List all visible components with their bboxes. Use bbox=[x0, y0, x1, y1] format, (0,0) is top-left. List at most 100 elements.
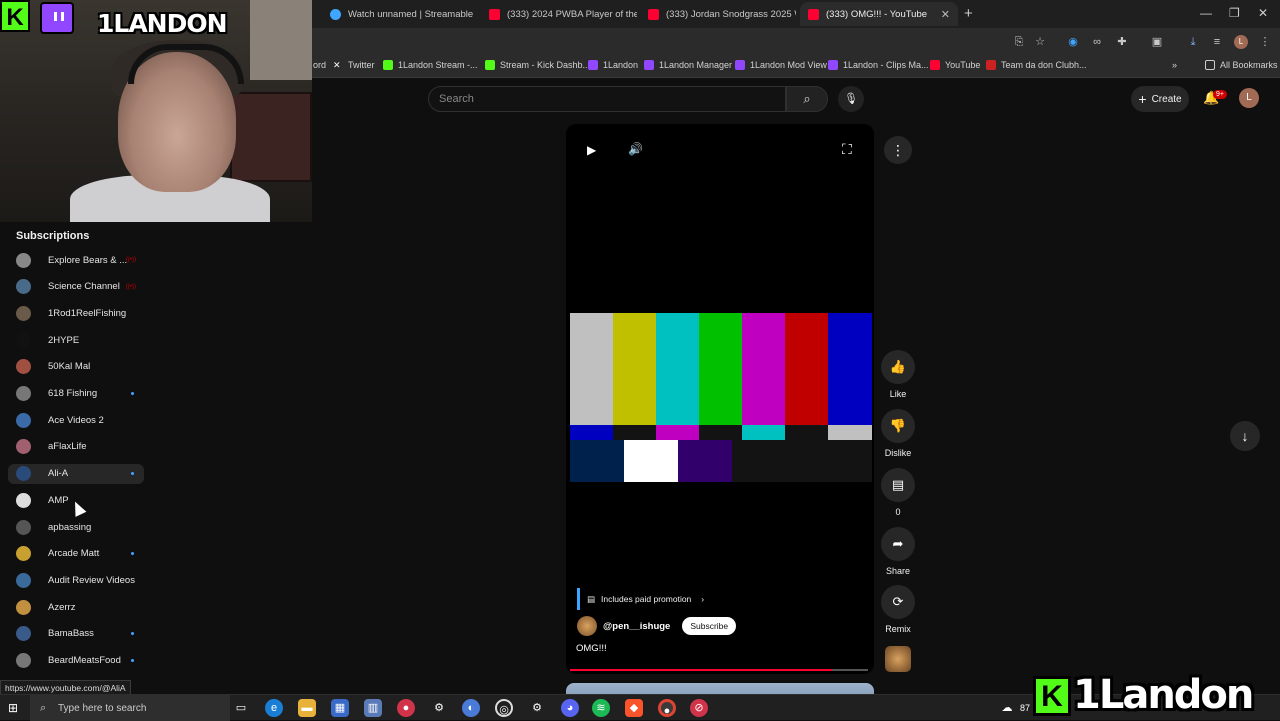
calculator-icon[interactable]: ▥ bbox=[364, 699, 382, 717]
subscription-item[interactable]: 50Kal Mal bbox=[8, 357, 144, 377]
bookmark-kick-dashboard[interactable]: Stream - Kick Dashb... bbox=[485, 60, 590, 70]
edge-icon[interactable]: e bbox=[265, 699, 283, 717]
subscription-item[interactable]: Audit Review Videos bbox=[8, 570, 144, 590]
microphone-icon[interactable]: 🎙 bbox=[838, 86, 864, 112]
new-tab-button[interactable]: + bbox=[964, 5, 973, 22]
subscription-item[interactable]: Ali-A bbox=[8, 463, 144, 484]
bookmark-landon-stream[interactable]: 1Landon Stream -... bbox=[383, 60, 478, 70]
live-icon: ((•)) bbox=[125, 257, 136, 263]
more-options-icon[interactable]: ⋮ bbox=[884, 136, 912, 164]
subscribe-button[interactable]: Subscribe bbox=[682, 617, 737, 635]
media-icon[interactable]: ≡ bbox=[1210, 35, 1224, 49]
tab-jordan-snodgrass[interactable]: (333) Jordan Snodgrass 2025 W ✕ bbox=[640, 2, 796, 26]
bookmark-landon[interactable]: 1Landon bbox=[588, 60, 638, 70]
window-close-icon[interactable]: ✕ bbox=[1258, 6, 1268, 20]
close-icon[interactable]: ✕ bbox=[933, 8, 950, 21]
arrow-down-icon[interactable]: ↓ bbox=[1230, 421, 1260, 451]
bookmark-landon-manager[interactable]: 1Landon Manager bbox=[644, 60, 732, 70]
tab-streamable[interactable]: Watch unnamed | Streamable ✕ bbox=[322, 2, 478, 26]
subscription-item[interactable]: Ace Videos 2 bbox=[8, 410, 144, 430]
subscription-item[interactable]: apbassing bbox=[8, 517, 144, 537]
app-icon[interactable]: ⊘ bbox=[690, 699, 708, 717]
color-bar-low-4 bbox=[767, 440, 802, 482]
bookmark-discord[interactable]: ord bbox=[313, 60, 326, 70]
subscription-item[interactable]: 618 Fishing bbox=[8, 384, 144, 404]
subscription-item[interactable]: Azerrz bbox=[8, 597, 144, 617]
subscription-item[interactable]: Arcade Matt bbox=[8, 544, 144, 564]
file-explorer-icon[interactable]: ▬ bbox=[298, 699, 316, 717]
subscription-item[interactable]: BamaBass bbox=[8, 624, 144, 644]
thumbs-down-icon[interactable]: 👎 bbox=[881, 409, 915, 443]
play-icon[interactable]: ▶ bbox=[587, 143, 596, 157]
subscription-item[interactable]: BeardMeatsFood bbox=[8, 651, 144, 671]
tab-omg-youtube[interactable]: (333) OMG!!! - YouTube ✕ bbox=[800, 2, 958, 26]
create-button[interactable]: + Create bbox=[1131, 86, 1189, 112]
chrome-icon[interactable]: ● bbox=[658, 699, 676, 717]
twitch-icon bbox=[644, 60, 654, 70]
close-icon[interactable]: ✕ bbox=[473, 8, 478, 21]
search-icon[interactable]: ⌕ bbox=[786, 86, 828, 112]
dislike-action[interactable]: 👎 Dislike bbox=[881, 409, 915, 458]
volume-icon[interactable]: 🔊 bbox=[628, 142, 643, 156]
app-icon[interactable]: ● bbox=[397, 699, 415, 717]
discord-icon[interactable]: ◕ bbox=[561, 699, 579, 717]
remix-action[interactable]: ⟳ Remix bbox=[881, 585, 915, 634]
puzzle-icon[interactable]: ✚ bbox=[1115, 35, 1129, 49]
obs-icon[interactable]: ◎ bbox=[495, 699, 513, 717]
task-view-icon[interactable]: ▭ bbox=[232, 699, 250, 717]
color-bar-mid-6 bbox=[828, 425, 872, 440]
subscription-item[interactable]: Science Channel ((•)) bbox=[8, 277, 144, 297]
extension-icon[interactable]: ∞ bbox=[1090, 35, 1104, 49]
share-icon[interactable]: ➦ bbox=[881, 527, 915, 561]
bookmark-star-icon[interactable]: ☆ bbox=[1033, 35, 1047, 49]
share-action[interactable]: ➦ Share bbox=[881, 527, 915, 576]
comments-action[interactable]: ▤ 0 bbox=[881, 468, 915, 517]
subscription-item[interactable]: aFlaxLife bbox=[8, 437, 144, 457]
comment-icon[interactable]: ▤ bbox=[881, 468, 915, 502]
bookmark-landon-mod-view[interactable]: 1Landon Mod View bbox=[735, 60, 827, 70]
minimize-icon[interactable]: — bbox=[1200, 6, 1212, 20]
bookmark-twitter[interactable]: ✕ Twitter bbox=[333, 60, 375, 70]
profile-icon[interactable]: L bbox=[1234, 35, 1248, 49]
download-icon[interactable]: ⤓ bbox=[1186, 35, 1200, 49]
settings-gear-icon[interactable]: ⚙ bbox=[430, 699, 448, 717]
tab-pwba[interactable]: (333) 2024 PWBA Player of the ✕ bbox=[481, 2, 637, 26]
spotify-icon[interactable]: ≋ bbox=[592, 699, 610, 717]
subscription-item[interactable]: 2HYPE bbox=[8, 330, 144, 350]
sidepanel-icon[interactable]: ▣ bbox=[1150, 35, 1164, 49]
bookmarks-overflow-icon[interactable]: » bbox=[1172, 60, 1177, 70]
account-avatar[interactable]: L bbox=[1239, 88, 1259, 108]
bookmark-youtube[interactable]: YouTube bbox=[930, 60, 980, 70]
paid-promotion-notice[interactable]: ▤ Includes paid promotion › bbox=[577, 588, 704, 610]
taskbar-search-input[interactable]: ⌕ Type here to search bbox=[30, 695, 230, 721]
kick-logo-icon: K bbox=[1033, 676, 1071, 716]
search-input[interactable]: Search bbox=[428, 86, 786, 112]
subscription-item[interactable]: Explore Bears & ... ((•)) bbox=[8, 250, 144, 270]
channel-avatar[interactable] bbox=[577, 616, 597, 636]
video-progress-bar[interactable] bbox=[570, 669, 868, 671]
promo-icon: ▤ bbox=[587, 593, 596, 604]
subscription-name: BeardMeatsFood bbox=[48, 655, 121, 666]
brave-icon[interactable]: ◆ bbox=[625, 699, 643, 717]
restore-icon[interactable]: ❐ bbox=[1229, 6, 1240, 20]
install-app-icon[interactable]: ⎘ bbox=[1012, 35, 1026, 49]
channel-handle[interactable]: @pen__ishuge bbox=[603, 621, 670, 632]
fullscreen-icon[interactable]: ⛶ bbox=[842, 141, 852, 158]
bookmark-team-clubhouse[interactable]: Team da don Clubh... bbox=[986, 60, 1087, 70]
thumbs-up-icon[interactable]: 👍 bbox=[881, 350, 915, 384]
like-action[interactable]: 👍 Like bbox=[881, 350, 915, 399]
subscription-item[interactable]: 1Rod1ReelFishing bbox=[8, 303, 144, 323]
subscription-name: Explore Bears & ... bbox=[48, 254, 128, 266]
menu-kebab-icon[interactable]: ⋮ bbox=[1258, 35, 1272, 49]
all-bookmarks[interactable]: All Bookmarks bbox=[1205, 60, 1278, 70]
app-icon[interactable]: ◐ bbox=[462, 699, 480, 717]
taskbar-search-label: Type here to search bbox=[58, 702, 147, 714]
extension-icon[interactable]: ◉ bbox=[1066, 35, 1080, 49]
windows-start-icon[interactable]: ⊞ bbox=[8, 701, 18, 715]
steam-icon[interactable]: ⚙ bbox=[528, 699, 546, 717]
sound-thumbnail[interactable] bbox=[885, 646, 911, 672]
store-icon[interactable]: ▦ bbox=[331, 699, 349, 717]
bookmark-clips-manager[interactable]: 1Landon - Clips Ma... bbox=[828, 60, 929, 70]
remix-icon[interactable]: ⟳ bbox=[881, 585, 915, 619]
channel-avatar bbox=[16, 386, 31, 401]
